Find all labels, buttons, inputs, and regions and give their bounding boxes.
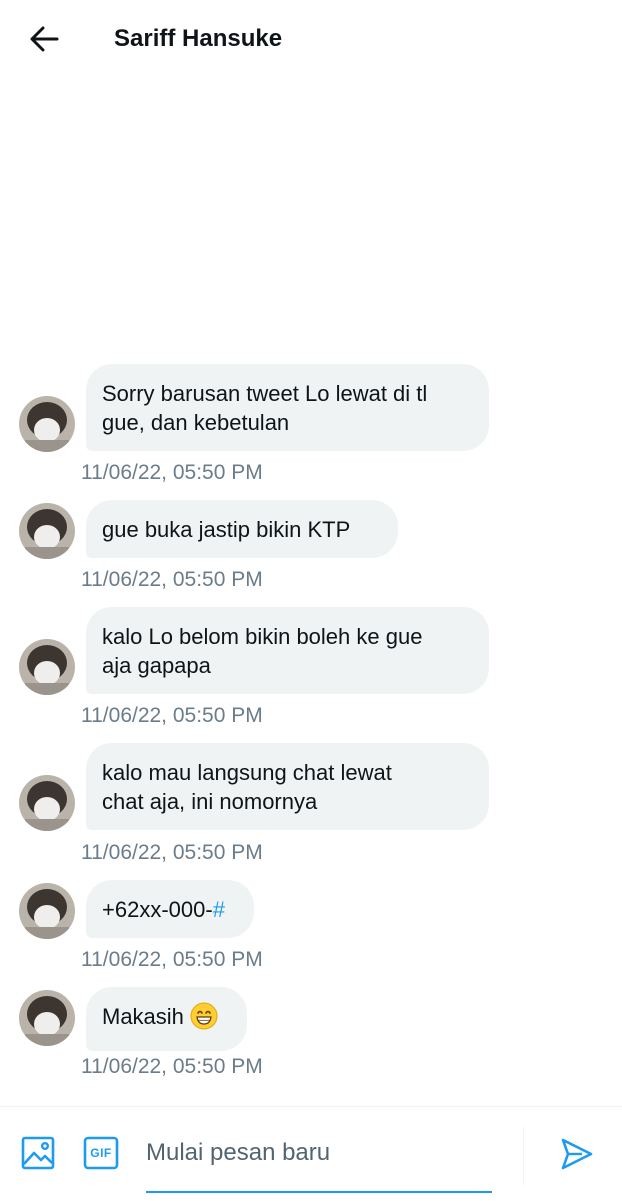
message-timestamp: 11/06/22, 05:50 PM bbox=[81, 704, 263, 727]
message-timestamp: 11/06/22, 05:50 PM bbox=[81, 841, 263, 864]
avatar[interactable] bbox=[19, 396, 75, 452]
message-timestamp: 11/06/22, 05:50 PM bbox=[81, 461, 263, 484]
avatar[interactable] bbox=[19, 503, 75, 559]
arrow-left-icon bbox=[30, 26, 59, 52]
message-bubble[interactable]: gue buka jastip bikin KTP bbox=[86, 500, 398, 558]
message-bubble[interactable]: Sorry barusan tweet Lo lewat di tl gue, … bbox=[86, 364, 489, 451]
message-bubble[interactable]: Makasih bbox=[86, 987, 247, 1051]
message-bubble[interactable]: +62xx-000-# bbox=[86, 880, 254, 938]
avatar[interactable] bbox=[19, 990, 75, 1046]
gif-label: GIF bbox=[90, 1146, 112, 1160]
message-input-wrapper bbox=[146, 1133, 492, 1193]
input-underline bbox=[146, 1191, 492, 1193]
message-timestamp: 11/06/22, 05:50 PM bbox=[81, 948, 263, 971]
conversation-header: Sariff Hansuke bbox=[0, 0, 622, 78]
gif-button[interactable]: GIF bbox=[83, 1135, 119, 1171]
hashtag-link[interactable]: # bbox=[213, 897, 225, 922]
message-timestamp: 11/06/22, 05:50 PM bbox=[81, 1055, 263, 1078]
avatar[interactable] bbox=[19, 639, 75, 695]
back-button[interactable] bbox=[22, 20, 66, 58]
composer-divider bbox=[523, 1127, 524, 1185]
message-bubble[interactable]: kalo mau langsung chat lewat chat aja, i… bbox=[86, 743, 489, 830]
send-button[interactable] bbox=[558, 1135, 596, 1173]
conversation-title: Sariff Hansuke bbox=[114, 25, 283, 52]
grinning-face-emoji bbox=[190, 1002, 218, 1037]
media-button[interactable] bbox=[20, 1135, 56, 1171]
message-bubble[interactable]: kalo Lo belom bikin boleh ke gue aja gap… bbox=[86, 607, 489, 694]
message-input[interactable] bbox=[146, 1133, 492, 1173]
avatar[interactable] bbox=[19, 883, 75, 939]
image-icon bbox=[21, 1136, 55, 1170]
avatar[interactable] bbox=[19, 775, 75, 831]
send-icon bbox=[561, 1138, 593, 1170]
message-composer: GIF bbox=[0, 1106, 622, 1201]
message-timestamp: 11/06/22, 05:50 PM bbox=[81, 568, 263, 591]
